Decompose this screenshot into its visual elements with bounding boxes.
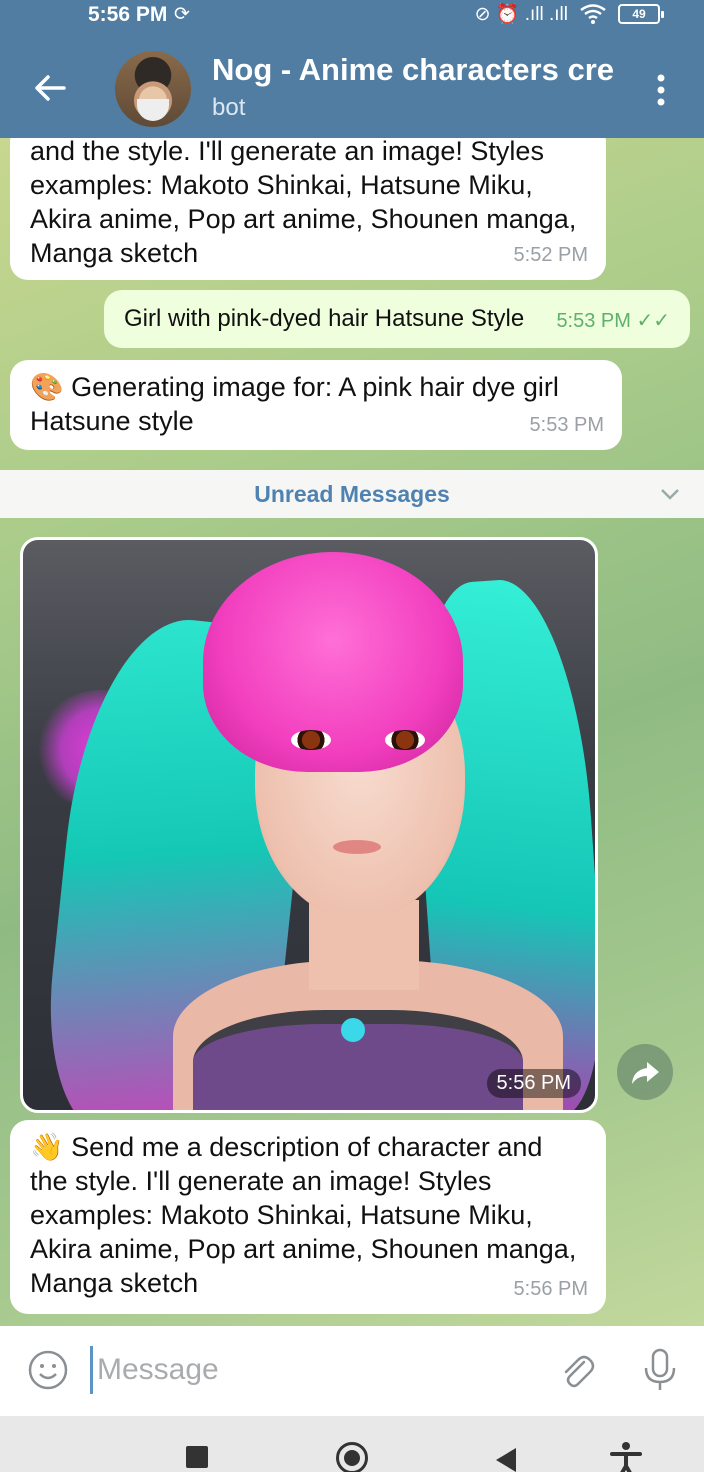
status-bar: 5:56 PM ⟳ ⊘ ⏰ .ıll .ıll 49 — [0, 0, 704, 32]
more-menu-icon[interactable] — [651, 72, 671, 108]
message-time-text: 5:53 PM — [556, 310, 631, 332]
chat-title[interactable]: Nog - Anime characters cre — [212, 52, 624, 88]
message-bubble-incoming[interactable]: 👋 Send me a description of character and… — [10, 1120, 606, 1314]
emoji-icon[interactable] — [26, 1348, 70, 1392]
message-bubble-outgoing[interactable]: Girl with pink-dyed hair Hatsune Style 5… — [104, 290, 690, 348]
back-nav-icon[interactable] — [496, 1448, 516, 1472]
back-arrow-icon[interactable] — [30, 68, 70, 108]
unread-label: Unread Messages — [254, 481, 450, 507]
recents-icon[interactable] — [186, 1446, 208, 1468]
home-icon[interactable] — [336, 1442, 368, 1472]
microphone-icon[interactable] — [640, 1346, 680, 1394]
status-symbols: ⊘ ⏰ .ıll .ıll — [474, 4, 568, 25]
system-nav-bar — [0, 1416, 704, 1472]
attach-icon[interactable] — [554, 1348, 598, 1392]
unread-messages-divider: Unread Messages — [0, 470, 704, 518]
palette-emoji-icon: 🎨 — [30, 372, 64, 402]
sync-icon: ⟳ — [174, 4, 190, 25]
message-text: Send me a description of character and t… — [30, 1132, 577, 1298]
app-header: 5:56 PM ⟳ ⊘ ⏰ .ıll .ıll 49 Nog - Anime c… — [0, 0, 704, 138]
message-text: Generating image for: A pink hair dye gi… — [30, 372, 559, 436]
battery-icon: 49 — [618, 4, 664, 24]
chat-subtitle: bot — [212, 94, 246, 121]
read-checkmarks-icon: ✓✓ — [636, 310, 670, 332]
generated-image[interactable]: 5:56 PM — [20, 537, 598, 1113]
message-time: 5:56 PM — [513, 1278, 588, 1300]
image-time: 5:56 PM — [486, 1069, 581, 1098]
status-time: 5:56 PM — [88, 3, 168, 26]
share-button[interactable] — [617, 1044, 673, 1100]
message-composer — [0, 1326, 704, 1416]
chat-area[interactable]: and the style. I'll generate an image! S… — [0, 138, 704, 1326]
message-text: and the style. I'll generate an image! S… — [30, 138, 577, 268]
accessibility-icon[interactable] — [608, 1440, 644, 1472]
message-input[interactable] — [90, 1346, 530, 1394]
wave-emoji-icon: 👋 — [30, 1132, 64, 1162]
chevron-down-icon[interactable] — [658, 482, 682, 506]
forward-arrow-icon — [632, 1062, 659, 1084]
message-time: 5:53 PM ✓✓ — [556, 304, 670, 338]
message-time: 5:53 PM — [529, 414, 604, 436]
bot-avatar[interactable] — [115, 51, 191, 127]
status-icons: ⊘ ⏰ .ıll .ıll 49 — [474, 2, 664, 26]
wifi-icon — [580, 4, 606, 24]
message-time: 5:52 PM — [513, 244, 588, 266]
message-bubble-incoming[interactable]: 🎨 Generating image for: A pink hair dye … — [10, 360, 622, 450]
message-bubble-incoming[interactable]: and the style. I'll generate an image! S… — [10, 138, 606, 280]
